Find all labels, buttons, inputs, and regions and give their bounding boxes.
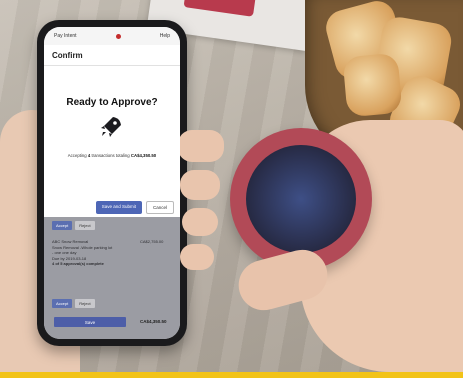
background-list: Accept Reject ABC Snow Removal Snow Remo… [44, 217, 180, 339]
message-count: 4 [87, 153, 91, 158]
reject-button-2[interactable]: Reject [75, 299, 95, 308]
modal-title: Ready to Approve? [66, 97, 158, 108]
finger [180, 170, 220, 200]
message-suffix: transactions totaling [91, 153, 130, 158]
finger [180, 244, 214, 270]
save-and-submit-button[interactable]: Save and Submit [95, 201, 142, 214]
modal-header: Confirm [44, 45, 180, 66]
status-right: Help [159, 33, 170, 39]
phone-screen: Pay Intent Help Confirm Ready to Approve… [44, 27, 180, 339]
modal-actions: Save and Submit Cancel [95, 201, 174, 214]
message-prefix: Accepting [67, 153, 87, 158]
rocket-icon [101, 117, 121, 137]
photo-scene: Pay Intent Help Confirm Ready to Approve… [0, 0, 463, 372]
finger [182, 208, 218, 236]
item-actions: Accept Reject [52, 221, 95, 230]
status-left: Pay Intent [54, 33, 77, 39]
save-button[interactable]: Save [54, 317, 126, 327]
notification-dot [115, 33, 121, 39]
finger [178, 130, 224, 162]
accept-button[interactable]: Accept [52, 221, 73, 230]
coffee [246, 145, 356, 253]
total-amount: CA$4,350.50 [140, 319, 167, 324]
confirm-modal: Confirm Ready to Approve? Accepting 4 tr… [44, 45, 180, 217]
cancel-button[interactable]: Cancel [145, 201, 174, 214]
status-bar: Pay Intent Help [44, 27, 180, 45]
item-actions-2: Accept Reject [52, 299, 95, 308]
item-amount: CA$2,755.00 [140, 239, 164, 244]
reject-button[interactable]: Reject [75, 221, 95, 230]
item-approvals: 4 of 5 approval(s) complete [52, 261, 104, 266]
message-total: CA$4,350.50 [130, 153, 157, 158]
modal-message: Accepting 4 transactions totaling CA$4,3… [48, 153, 176, 158]
list-item: ABC Snow Removal Snow Removal -Whole par… [52, 239, 112, 267]
accept-button-2[interactable]: Accept [52, 299, 73, 308]
accent-bar [0, 372, 463, 378]
bread-slice [342, 52, 403, 118]
